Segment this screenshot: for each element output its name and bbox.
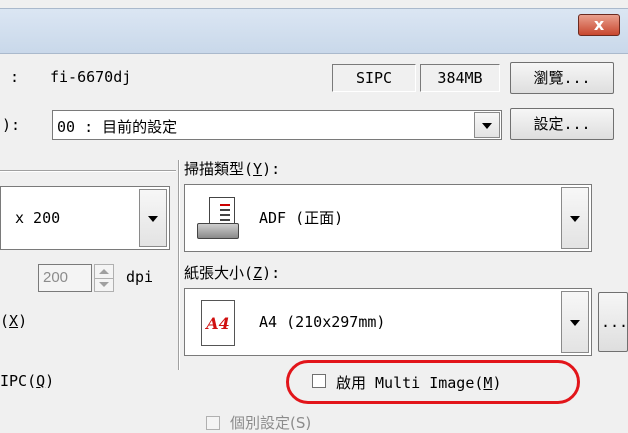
chevron-down-icon <box>570 320 580 326</box>
dpi-unit: dpi <box>126 268 154 286</box>
label-close-paren: ) <box>18 312 28 330</box>
title-bar <box>0 8 628 54</box>
group-divider <box>0 170 176 172</box>
profile-value: 00 : 目前的設定 <box>57 118 178 136</box>
paper-size-select[interactable]: A4 (210x297mm) <box>184 288 592 356</box>
spin-up-icon <box>99 269 109 274</box>
paper-size-label: 紙張大小(Z): <box>184 262 280 283</box>
paper-size-dropdown-button[interactable] <box>561 291 589 353</box>
custom-resolution-input[interactable]: 200 <box>38 264 92 292</box>
profile-label: ): <box>2 116 21 134</box>
resolution-select[interactable]: x 200 <box>0 186 170 250</box>
paper-size-value: A4 (210x297mm) <box>259 313 386 331</box>
column-divider <box>178 160 180 370</box>
accelerator-key: Q <box>36 372 46 390</box>
memory-badge: 384MB <box>420 64 500 92</box>
profile-dropdown-button[interactable] <box>474 112 500 138</box>
scan-type-label-end: ): <box>262 160 281 178</box>
paper-size-label-end: ): <box>262 264 281 282</box>
browse-button[interactable]: 瀏覽... <box>510 62 614 94</box>
a4-paper-icon: A4 <box>201 300 235 346</box>
protocol-badge: SIPC <box>332 64 416 92</box>
label-open-paren: ( <box>0 312 10 330</box>
spinner-divider <box>95 278 113 279</box>
custom-resolution-value: 200 <box>43 269 69 286</box>
spin-down-icon <box>99 282 109 287</box>
paper-size-more-button[interactable]: ... <box>598 292 628 352</box>
chevron-down-icon <box>570 216 580 222</box>
resolution-dropdown-button[interactable] <box>139 189 167 247</box>
scan-type-select[interactable]: ADF (正面) <box>184 184 592 252</box>
resolution-spinner[interactable] <box>94 264 114 292</box>
accelerator-key: X <box>9 312 19 330</box>
ipc-option-label[interactable]: IPC(Q) <box>0 372 54 390</box>
resolution-option-label[interactable]: (X) <box>0 312 27 330</box>
settings-button[interactable]: 設定... <box>510 108 614 140</box>
scan-type-label-text: 掃描類型( <box>184 160 254 178</box>
chevron-down-icon <box>482 123 492 129</box>
scan-type-value: ADF (正面) <box>259 209 344 227</box>
ipc-label-end: ) <box>45 372 55 390</box>
scanner-body <box>197 223 239 239</box>
chevron-down-icon <box>148 216 158 222</box>
scanner-name: fi-6670dj <box>50 68 132 86</box>
accelerator-key: Z <box>253 264 263 282</box>
ipc-label-text: IPC( <box>0 372 37 390</box>
accelerator-key: Y <box>253 160 263 178</box>
highlight-oval <box>286 360 580 404</box>
paper-size-label-text: 紙張大小( <box>184 264 254 282</box>
adf-scanner-icon <box>197 197 241 241</box>
scanner-label-colon: : <box>10 68 20 86</box>
scan-type-label: 掃描類型(Y): <box>184 158 280 179</box>
close-button[interactable]: x <box>578 14 620 36</box>
profile-select[interactable]: 00 : 目前的設定 <box>52 110 502 140</box>
resolution-value: x 200 <box>15 209 61 227</box>
scan-type-dropdown-button[interactable] <box>561 187 589 249</box>
individual-settings-checkbox[interactable] <box>206 416 220 430</box>
